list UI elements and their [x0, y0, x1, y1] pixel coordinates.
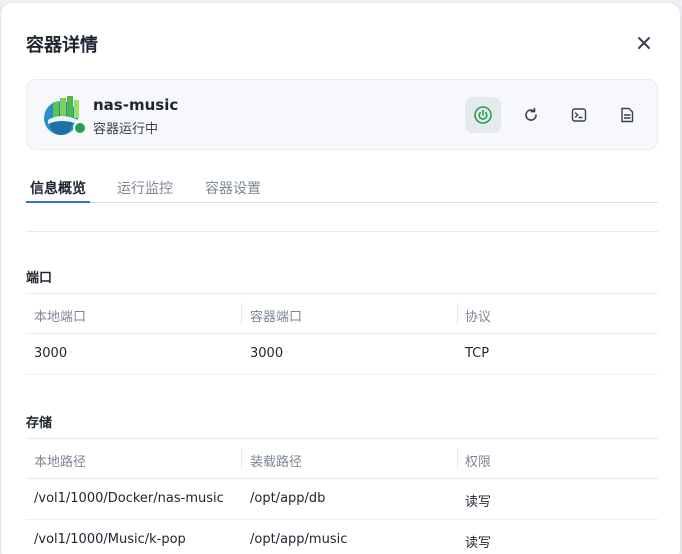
permission-cell: 读写: [465, 495, 492, 510]
power-icon: [474, 106, 492, 124]
column-header: 协议: [465, 310, 492, 325]
local-path-cell: /vol1/1000/Music/k-pop: [34, 532, 186, 547]
container-name: nas-music: [93, 96, 179, 114]
running-status-dot: [73, 121, 87, 135]
log-icon: [621, 107, 634, 123]
tab-bar: 信息概览 运行监控 容器设置: [26, 173, 658, 203]
active-tab-indicator: [26, 201, 90, 203]
table-row: /vol1/1000/Docker/nas-music /opt/app/db …: [26, 479, 658, 520]
local-port-cell: 3000: [34, 346, 68, 361]
local-path-cell: /vol1/1000/Docker/nas-music: [34, 491, 224, 506]
restart-button[interactable]: [513, 97, 549, 133]
terminal-icon: [571, 108, 587, 122]
terminal-button[interactable]: [561, 97, 597, 133]
ports-table: 本地端口 容器端口 协议 3000 3000 TCP: [26, 293, 658, 375]
tab-monitor[interactable]: 运行监控: [117, 178, 173, 203]
dialog-title: 容器详情: [26, 35, 98, 56]
permission-cell: 读写: [465, 536, 492, 551]
storage-table-header: 本地路径 装载路径 权限: [26, 438, 658, 479]
section-divider: [26, 231, 658, 232]
close-icon: [638, 37, 650, 49]
close-button[interactable]: [631, 30, 657, 56]
column-header: 容器端口: [250, 310, 303, 325]
tab-settings[interactable]: 容器设置: [205, 178, 261, 203]
column-header: 本地端口: [34, 310, 87, 325]
storage-section-title: 存储: [26, 416, 53, 431]
container-details-dialog: 容器详情 nas-music 容器运行中 信息概览 运行监控 容器设置 端口 本…: [0, 2, 681, 554]
column-separator: [457, 448, 458, 470]
column-separator: [241, 303, 242, 325]
mount-path-cell: /opt/app/db: [250, 491, 326, 506]
tab-overview[interactable]: 信息概览: [30, 178, 86, 203]
log-button[interactable]: [609, 97, 645, 133]
table-row: 3000 3000 TCP: [26, 334, 658, 375]
container-port-cell: 3000: [250, 346, 284, 361]
column-separator: [241, 448, 242, 470]
ports-section-title: 端口: [26, 271, 53, 286]
column-separator: [457, 303, 458, 325]
power-button[interactable]: [465, 97, 501, 133]
storage-table: 本地路径 装载路径 权限 /vol1/1000/Docker/nas-music…: [26, 438, 658, 554]
protocol-cell: TCP: [465, 346, 490, 361]
ports-table-header: 本地端口 容器端口 协议: [26, 293, 658, 334]
mount-path-cell: /opt/app/music: [250, 532, 348, 547]
column-header: 装载路径: [250, 455, 303, 470]
table-row: /vol1/1000/Music/k-pop /opt/app/music 读写: [26, 520, 658, 554]
column-header: 本地路径: [34, 455, 87, 470]
container-summary-card: nas-music 容器运行中: [26, 79, 658, 150]
container-status: 容器运行中: [93, 122, 159, 137]
column-header: 权限: [465, 455, 492, 470]
restart-icon: [525, 107, 537, 121]
